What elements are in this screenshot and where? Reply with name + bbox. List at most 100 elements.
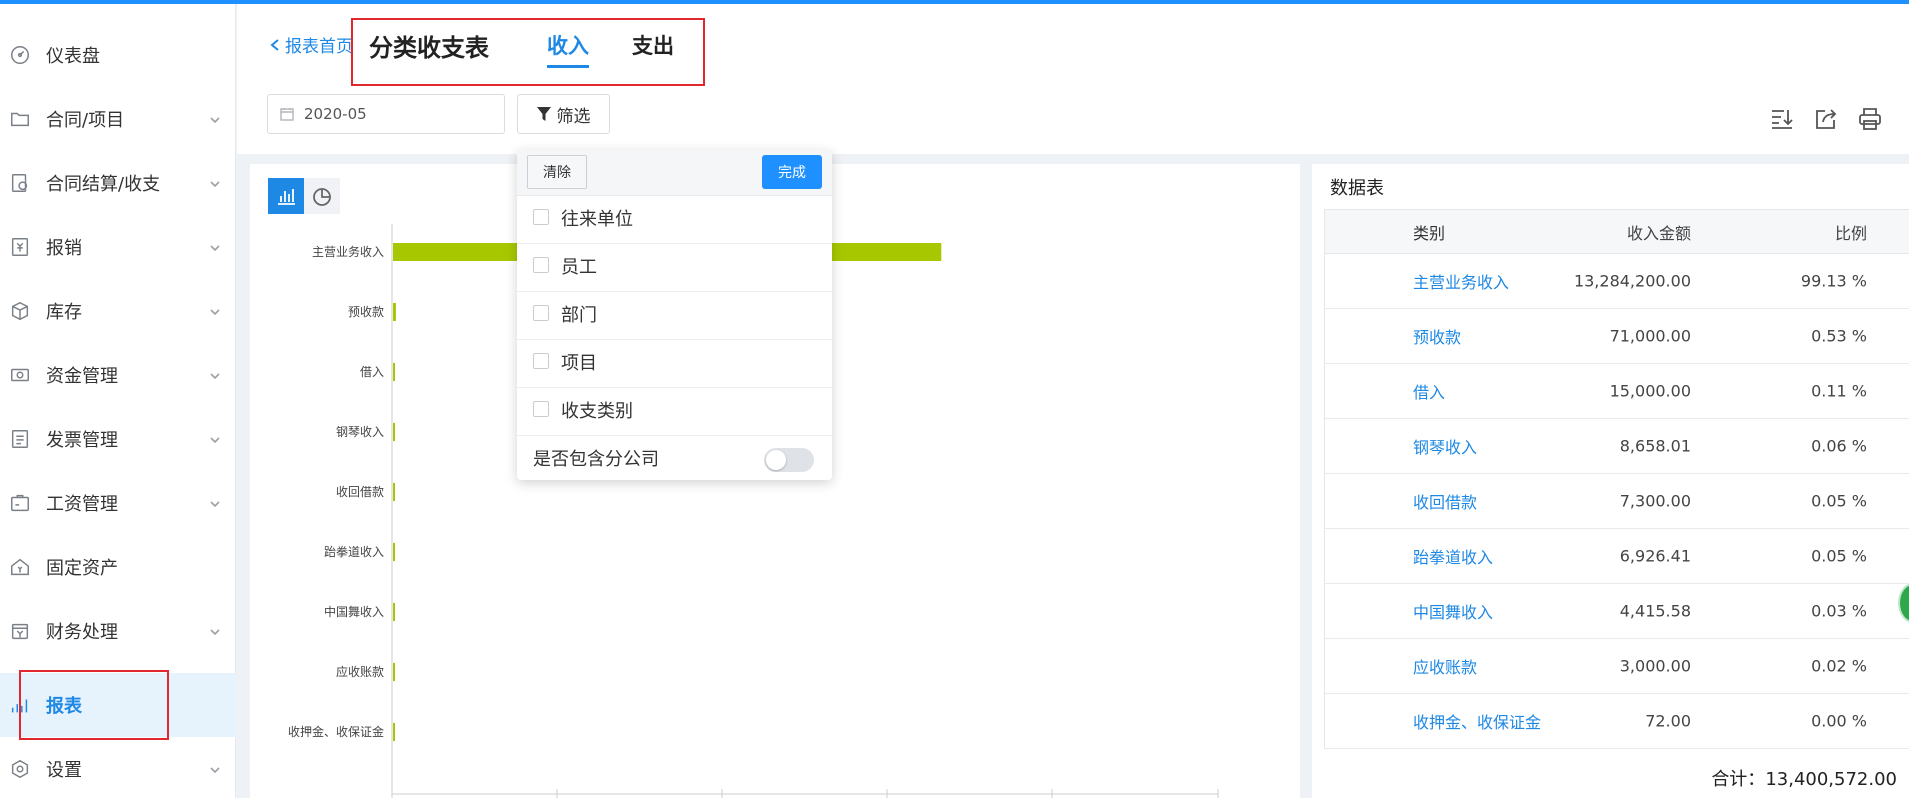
fixed-asset-icon xyxy=(8,555,32,579)
sidebar-item-label: 发票管理 xyxy=(46,430,118,451)
sidebar-item-dashboard[interactable]: 仪表盘 xyxy=(0,23,236,87)
chevron-down-icon xyxy=(208,368,222,382)
row-category-link[interactable]: 主营业务收入 xyxy=(1413,269,1509,293)
table-row: 中国舞收入 4,415.58 0.03 % xyxy=(1324,584,1909,639)
print-icon[interactable] xyxy=(1857,106,1883,132)
pie-chart-icon xyxy=(313,188,331,206)
filter-dropdown: 清除 完成 往来单位 员工 部门 项目 收支类别 是否包含分公司 xyxy=(517,150,832,480)
sidebar-item-report[interactable]: 报表 xyxy=(0,673,236,737)
table-row: 借入 15,000.00 0.11 % xyxy=(1324,364,1909,419)
sidebar-item-label: 合同/项目 xyxy=(46,110,125,131)
include-branch-switch[interactable] xyxy=(764,448,814,472)
row-category-link[interactable]: 跆拳道收入 xyxy=(1413,544,1493,568)
bar[interactable] xyxy=(393,603,395,621)
filter-option-employee[interactable]: 员工 xyxy=(517,244,832,292)
row-amount: 4,415.58 xyxy=(1619,601,1691,621)
tab-expense[interactable]: 支出 xyxy=(632,30,674,60)
table-row: 跆拳道收入 6,926.41 0.05 % xyxy=(1324,529,1909,584)
clear-button[interactable]: 清除 xyxy=(527,155,587,189)
category-label: 应收账款 xyxy=(336,664,384,679)
filter-option-project[interactable]: 项目 xyxy=(517,340,832,388)
sidebar-item-fund[interactable]: 资金管理 xyxy=(0,343,236,407)
filter-dropdown-header: 清除 完成 xyxy=(517,150,832,196)
sidebar-item-label: 仪表盘 xyxy=(46,46,100,67)
bar[interactable] xyxy=(393,543,395,561)
checkbox[interactable] xyxy=(533,257,549,273)
filter-option-label: 往来单位 xyxy=(561,209,633,230)
sidebar-item-label: 合同结算/收支 xyxy=(46,174,161,195)
sidebar-item-label: 设置 xyxy=(46,760,82,781)
filter-option-label: 部门 xyxy=(561,305,597,326)
filter-option-counterparty[interactable]: 往来单位 xyxy=(517,196,832,244)
checkbox[interactable] xyxy=(533,209,549,225)
sidebar-item-contract-project[interactable]: 合同/项目 xyxy=(0,87,236,151)
export-icon[interactable] xyxy=(1813,106,1839,132)
bar-chart-toggle[interactable] xyxy=(268,178,304,214)
table-row: 钢琴收入 8,658.01 0.06 % xyxy=(1324,419,1909,474)
sidebar-item-label: 报销 xyxy=(46,238,82,259)
row-category-link[interactable]: 钢琴收入 xyxy=(1413,434,1477,458)
table-row: 应收账款 3,000.00 0.02 % xyxy=(1324,639,1909,694)
month-picker-input[interactable]: 2020-05 xyxy=(267,94,505,134)
row-ratio: 0.03 % xyxy=(1811,601,1867,621)
checkbox[interactable] xyxy=(533,305,549,321)
sidebar-item-label: 报表 xyxy=(46,696,82,717)
bar[interactable] xyxy=(393,723,395,741)
sidebar-item-label: 固定资产 xyxy=(46,558,118,579)
row-ratio: 0.53 % xyxy=(1811,326,1867,346)
row-ratio: 0.05 % xyxy=(1811,491,1867,511)
bar[interactable] xyxy=(393,363,395,381)
row-category-link[interactable]: 预收款 xyxy=(1413,324,1461,348)
table-header-row: 类别 收入金额 比例 xyxy=(1324,210,1909,254)
sort-download-icon[interactable] xyxy=(1769,106,1795,132)
reimburse-icon xyxy=(8,235,32,259)
bar[interactable] xyxy=(393,483,395,501)
sidebar-item-settings[interactable]: 设置 xyxy=(0,737,236,798)
chart-type-toggle xyxy=(268,178,340,214)
bar[interactable] xyxy=(393,303,396,321)
sidebar-item-label: 库存 xyxy=(46,302,82,323)
data-table: 类别 收入金额 比例 主营业务收入 13,284,200.00 99.13 % 预收… xyxy=(1324,209,1909,749)
header-amount: 收入金额 xyxy=(1626,223,1691,243)
filter-option-category[interactable]: 收支类别 xyxy=(517,388,832,436)
sidebar-item-finance[interactable]: 财务处理 xyxy=(0,599,236,663)
data-table-title: 数据表 xyxy=(1330,178,1384,199)
sidebar: 仪表盘 合同/项目 合同结算/收支 报销 库存 资金管理 发票管理 工资管理 固… xyxy=(0,4,236,798)
chevron-down-icon xyxy=(208,304,222,318)
sidebar-item-settlement[interactable]: 合同结算/收支 xyxy=(0,151,236,215)
row-category-link[interactable]: 借入 xyxy=(1413,379,1445,403)
pie-chart-toggle[interactable] xyxy=(304,178,340,214)
sidebar-item-inventory[interactable]: 库存 xyxy=(0,279,236,343)
settlement-icon xyxy=(8,171,32,195)
header-ratio: 比例 xyxy=(1834,223,1867,243)
row-amount: 13,284,200.00 xyxy=(1573,271,1691,291)
category-label: 跆拳道收入 xyxy=(324,544,384,559)
row-ratio: 0.00 % xyxy=(1811,711,1867,731)
fund-icon xyxy=(8,363,32,387)
row-category-link[interactable]: 应收账款 xyxy=(1413,654,1477,678)
row-amount: 15,000.00 xyxy=(1609,381,1691,401)
table-row: 收押金、收保证金 72.00 0.00 % xyxy=(1324,694,1909,749)
row-category-link[interactable]: 中国舞收入 xyxy=(1413,599,1493,623)
sidebar-item-reimburse[interactable]: 报销 xyxy=(0,215,236,279)
invoice-icon xyxy=(8,427,32,451)
finance-icon xyxy=(8,619,32,643)
sidebar-item-fixed-asset[interactable]: 固定资产 xyxy=(0,535,236,599)
filter-option-label: 项目 xyxy=(561,353,597,374)
sidebar-item-invoice[interactable]: 发票管理 xyxy=(0,407,236,471)
month-picker-value: 2020-05 xyxy=(304,105,367,123)
filter-option-department[interactable]: 部门 xyxy=(517,292,832,340)
tab-income[interactable]: 收入 xyxy=(547,30,589,68)
sidebar-item-salary[interactable]: 工资管理 xyxy=(0,471,236,535)
back-to-report-home-link[interactable]: 报表首页 xyxy=(269,32,353,57)
row-category-link[interactable]: 收押金、收保证金 xyxy=(1413,709,1541,733)
bar[interactable] xyxy=(393,663,395,681)
bar[interactable] xyxy=(393,423,395,441)
checkbox[interactable] xyxy=(533,353,549,369)
checkbox[interactable] xyxy=(533,401,549,417)
filter-button[interactable]: 筛选 xyxy=(517,94,610,134)
row-category-link[interactable]: 收回借款 xyxy=(1413,489,1477,513)
row-ratio: 0.02 % xyxy=(1811,656,1867,676)
filter-funnel-icon xyxy=(536,107,551,121)
done-button[interactable]: 完成 xyxy=(762,155,822,189)
